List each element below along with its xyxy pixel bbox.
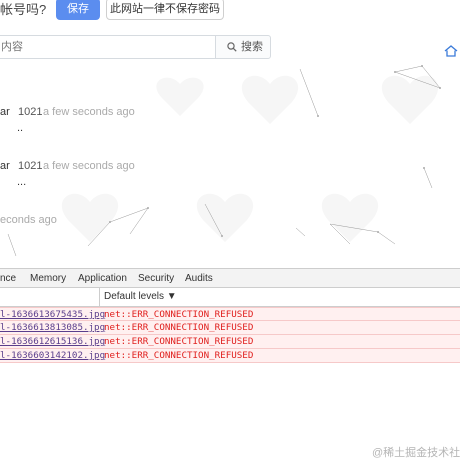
watermark: @稀土掘金技术社区: [372, 447, 460, 459]
save-password-button[interactable]: 保存: [56, 0, 100, 20]
comment-time: a few seconds ago: [43, 160, 135, 172]
password-save-bar: 帐号吗? 保存 此网站一律不保存密码: [0, 0, 460, 24]
console-error-row: l-1636612615136.jpg net::ERR_CONNECTION_…: [0, 335, 460, 349]
console-filter-bar: Default levels ▼: [0, 288, 460, 307]
log-levels-dropdown[interactable]: Default levels ▼: [104, 288, 177, 306]
search-input[interactable]: 内容: [0, 35, 216, 59]
devtools-tabbar: nce Memory Application Security Audits: [0, 268, 460, 288]
error-source-link[interactable]: l-1636613675435.jpg: [0, 308, 105, 320]
console-filter-input[interactable]: [0, 288, 100, 306]
error-source-link[interactable]: l-1636603142102.jpg: [0, 349, 105, 362]
devtools-panel: nce Memory Application Security Audits D…: [0, 268, 460, 460]
comment-author: ar: [0, 106, 10, 118]
error-source-link[interactable]: l-1636612615136.jpg: [0, 335, 105, 348]
console-error-row: l-1636613813085.jpg net::ERR_CONNECTION_…: [0, 321, 460, 335]
comment-text: ..: [17, 122, 24, 134]
comment-time: econds ago: [0, 214, 57, 226]
comment-author: ar: [0, 160, 10, 172]
never-save-password-button[interactable]: 此网站一律不保存密码: [106, 0, 224, 20]
error-message: net::ERR_CONNECTION_REFUSED: [104, 309, 254, 320]
home-icon[interactable]: [444, 45, 458, 57]
console-error-list: l-1636613675435.jpg net::ERR_CONNECTION_…: [0, 307, 460, 363]
tab-application[interactable]: Application: [78, 269, 127, 288]
console-error-row: l-1636603142102.jpg net::ERR_CONNECTION_…: [0, 349, 460, 363]
tab-audits[interactable]: Audits: [185, 269, 213, 288]
search-button-label: 搜索: [241, 41, 263, 53]
comment-number: 1021: [18, 106, 43, 118]
comment-number: 1021: [18, 160, 43, 172]
tab-performance[interactable]: nce: [0, 269, 16, 288]
tab-memory[interactable]: Memory: [30, 269, 66, 288]
comment-section: ar 1021 a few seconds ago .. ar 1021 a f…: [0, 64, 460, 268]
comment-time: a few seconds ago: [43, 106, 135, 118]
error-message: net::ERR_CONNECTION_REFUSED: [104, 322, 254, 333]
error-source-link[interactable]: l-1636613813085.jpg: [0, 321, 105, 334]
password-save-prompt: 帐号吗?: [0, 2, 47, 17]
error-message: net::ERR_CONNECTION_REFUSED: [104, 350, 254, 361]
error-message: net::ERR_CONNECTION_REFUSED: [104, 336, 254, 347]
search-icon: [227, 42, 237, 52]
tab-security[interactable]: Security: [138, 269, 174, 288]
search-button[interactable]: 搜索: [215, 35, 271, 59]
console-error-row: l-1636613675435.jpg net::ERR_CONNECTION_…: [0, 307, 460, 321]
comment-text: ...: [17, 176, 27, 188]
